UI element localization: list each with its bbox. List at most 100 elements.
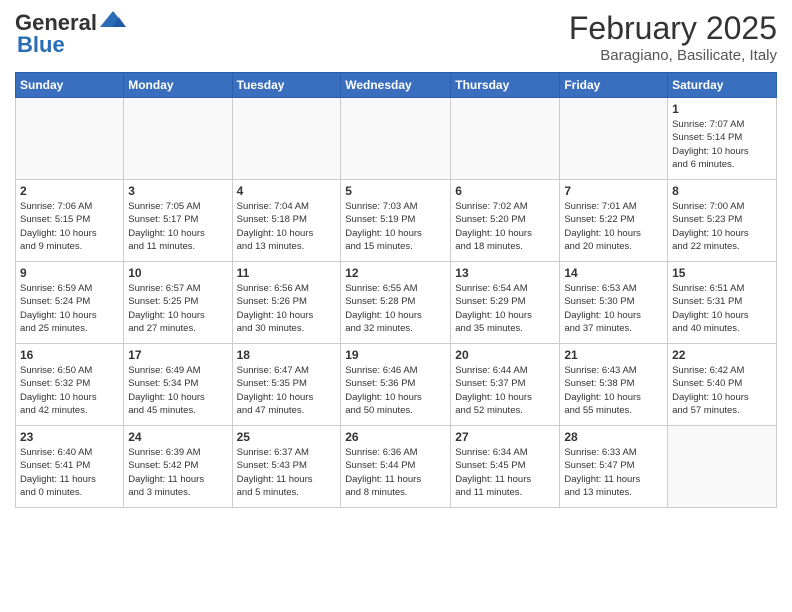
month-title: February 2025 xyxy=(569,10,777,47)
day-info: Sunrise: 6:54 AM Sunset: 5:29 PM Dayligh… xyxy=(455,282,555,335)
day-info: Sunrise: 6:39 AM Sunset: 5:42 PM Dayligh… xyxy=(128,446,227,499)
calendar-cell: 25Sunrise: 6:37 AM Sunset: 5:43 PM Dayli… xyxy=(232,426,341,508)
location: Baragiano, Basilicate, Italy xyxy=(569,47,777,64)
day-info: Sunrise: 7:03 AM Sunset: 5:19 PM Dayligh… xyxy=(345,200,446,253)
day-info: Sunrise: 6:34 AM Sunset: 5:45 PM Dayligh… xyxy=(455,446,555,499)
day-info: Sunrise: 6:53 AM Sunset: 5:30 PM Dayligh… xyxy=(564,282,663,335)
calendar-cell: 1 Sunrise: 7:07 AM Sunset: 5:14 PM Daylig… xyxy=(668,98,777,180)
day-info: Sunrise: 7:00 AM Sunset: 5:23 PM Dayligh… xyxy=(672,200,772,253)
day-number: 7 xyxy=(564,184,663,198)
day-number: 13 xyxy=(455,266,555,280)
calendar-cell: 3 Sunrise: 7:05 AM Sunset: 5:17 PM Daylig… xyxy=(124,180,232,262)
day-number: 20 xyxy=(455,348,555,362)
day-info: Sunrise: 6:44 AM Sunset: 5:37 PM Dayligh… xyxy=(455,364,555,417)
calendar-cell: 26 Sunrise: 6:36 AM Sunset: 5:44 PM Dayli… xyxy=(341,426,451,508)
day-info: Sunrise: 6:33 AM Sunset: 5:47 PM Dayligh… xyxy=(564,446,663,499)
day-number: 3 xyxy=(128,184,227,198)
header-thursday: Thursday xyxy=(451,73,560,98)
day-info: Sunrise: 6:40 AM Sunset: 5:41 PM Dayligh… xyxy=(20,446,119,499)
day-number: 10 xyxy=(128,266,227,280)
calendar-week-row: 1 Sunrise: 7:07 AM Sunset: 5:14 PM Daylig… xyxy=(16,98,777,180)
calendar-cell xyxy=(341,98,451,180)
day-number: 4 xyxy=(237,184,337,198)
day-info: Sunrise: 7:05 AM Sunset: 5:17 PM Dayligh… xyxy=(128,200,227,253)
day-info: Sunrise: 6:56 AM Sunset: 5:26 PM Dayligh… xyxy=(237,282,337,335)
day-info: Sunrise: 6:59 AM Sunset: 5:24 PM Dayligh… xyxy=(20,282,119,335)
calendar-cell: 15 Sunrise: 6:51 AM Sunset: 5:31 PM Dayli… xyxy=(668,262,777,344)
day-info: Sunrise: 6:50 AM Sunset: 5:32 PM Dayligh… xyxy=(20,364,119,417)
title-area: February 2025 Baragiano, Basilicate, Ita… xyxy=(569,10,777,64)
calendar-header-row: Sunday Monday Tuesday Wednesday Thursday… xyxy=(16,73,777,98)
day-number: 18 xyxy=(237,348,337,362)
day-info: Sunrise: 6:51 AM Sunset: 5:31 PM Dayligh… xyxy=(672,282,772,335)
day-number: 16 xyxy=(20,348,119,362)
calendar-cell: 20 Sunrise: 6:44 AM Sunset: 5:37 PM Dayli… xyxy=(451,344,560,426)
header-friday: Friday xyxy=(560,73,668,98)
calendar-cell: 13 Sunrise: 6:54 AM Sunset: 5:29 PM Dayli… xyxy=(451,262,560,344)
logo: General Blue xyxy=(15,10,126,58)
day-number: 17 xyxy=(128,348,227,362)
day-info: Sunrise: 6:43 AM Sunset: 5:38 PM Dayligh… xyxy=(564,364,663,417)
calendar-cell: 10 Sunrise: 6:57 AM Sunset: 5:25 PM Dayli… xyxy=(124,262,232,344)
day-number: 8 xyxy=(672,184,772,198)
calendar-week-row: 9 Sunrise: 6:59 AM Sunset: 5:24 PM Daylig… xyxy=(16,262,777,344)
day-number: 28 xyxy=(564,430,663,444)
day-number: 25 xyxy=(237,430,337,444)
calendar-cell: 16 Sunrise: 6:50 AM Sunset: 5:32 PM Dayli… xyxy=(16,344,124,426)
calendar-week-row: 2 Sunrise: 7:06 AM Sunset: 5:15 PM Daylig… xyxy=(16,180,777,262)
calendar-cell: 28 Sunrise: 6:33 AM Sunset: 5:47 PM Dayli… xyxy=(560,426,668,508)
calendar-cell: 2 Sunrise: 7:06 AM Sunset: 5:15 PM Daylig… xyxy=(16,180,124,262)
day-info: Sunrise: 6:49 AM Sunset: 5:34 PM Dayligh… xyxy=(128,364,227,417)
day-number: 27 xyxy=(455,430,555,444)
page-container: General Blue February 2025 Baragiano, Ba… xyxy=(0,0,792,518)
header: General Blue February 2025 Baragiano, Ba… xyxy=(15,10,777,64)
calendar-cell: 6Sunrise: 7:02 AM Sunset: 5:20 PM Daylig… xyxy=(451,180,560,262)
day-info: Sunrise: 6:36 AM Sunset: 5:44 PM Dayligh… xyxy=(345,446,446,499)
calendar-cell: 19 Sunrise: 6:46 AM Sunset: 5:36 PM Dayli… xyxy=(341,344,451,426)
day-info: Sunrise: 7:07 AM Sunset: 5:14 PM Dayligh… xyxy=(672,118,772,171)
calendar-cell xyxy=(232,98,341,180)
header-saturday: Saturday xyxy=(668,73,777,98)
calendar-cell xyxy=(16,98,124,180)
day-info: Sunrise: 6:47 AM Sunset: 5:35 PM Dayligh… xyxy=(237,364,337,417)
header-monday: Monday xyxy=(124,73,232,98)
header-tuesday: Tuesday xyxy=(232,73,341,98)
day-number: 14 xyxy=(564,266,663,280)
calendar-cell xyxy=(560,98,668,180)
calendar-cell xyxy=(451,98,560,180)
day-number: 24 xyxy=(128,430,227,444)
logo-flag-icon xyxy=(100,9,126,29)
day-info: Sunrise: 6:42 AM Sunset: 5:40 PM Dayligh… xyxy=(672,364,772,417)
calendar-cell: 24 Sunrise: 6:39 AM Sunset: 5:42 PM Dayli… xyxy=(124,426,232,508)
day-number: 22 xyxy=(672,348,772,362)
calendar-cell: 18 Sunrise: 6:47 AM Sunset: 5:35 PM Dayli… xyxy=(232,344,341,426)
calendar-cell: 14 Sunrise: 6:53 AM Sunset: 5:30 PM Dayli… xyxy=(560,262,668,344)
day-info: Sunrise: 6:57 AM Sunset: 5:25 PM Dayligh… xyxy=(128,282,227,335)
calendar-cell: 17 Sunrise: 6:49 AM Sunset: 5:34 PM Dayli… xyxy=(124,344,232,426)
calendar-cell: 12Sunrise: 6:55 AM Sunset: 5:28 PM Dayli… xyxy=(341,262,451,344)
day-number: 21 xyxy=(564,348,663,362)
day-number: 9 xyxy=(20,266,119,280)
calendar-week-row: 23 Sunrise: 6:40 AM Sunset: 5:41 PM Dayli… xyxy=(16,426,777,508)
day-number: 23 xyxy=(20,430,119,444)
day-info: Sunrise: 7:06 AM Sunset: 5:15 PM Dayligh… xyxy=(20,200,119,253)
calendar-cell: 27 Sunrise: 6:34 AM Sunset: 5:45 PM Dayli… xyxy=(451,426,560,508)
calendar-table: Sunday Monday Tuesday Wednesday Thursday… xyxy=(15,72,777,508)
header-sunday: Sunday xyxy=(16,73,124,98)
day-number: 26 xyxy=(345,430,446,444)
day-number: 2 xyxy=(20,184,119,198)
day-number: 6 xyxy=(455,184,555,198)
calendar-cell: 4Sunrise: 7:04 AM Sunset: 5:18 PM Daylig… xyxy=(232,180,341,262)
day-number: 1 xyxy=(672,102,772,116)
day-number: 19 xyxy=(345,348,446,362)
day-info: Sunrise: 6:46 AM Sunset: 5:36 PM Dayligh… xyxy=(345,364,446,417)
day-info: Sunrise: 6:55 AM Sunset: 5:28 PM Dayligh… xyxy=(345,282,446,335)
calendar-cell: 9 Sunrise: 6:59 AM Sunset: 5:24 PM Daylig… xyxy=(16,262,124,344)
logo-blue-text: Blue xyxy=(17,32,65,58)
calendar-cell xyxy=(668,426,777,508)
day-number: 5 xyxy=(345,184,446,198)
calendar-cell: 23 Sunrise: 6:40 AM Sunset: 5:41 PM Dayli… xyxy=(16,426,124,508)
header-wednesday: Wednesday xyxy=(341,73,451,98)
calendar-cell xyxy=(124,98,232,180)
day-number: 15 xyxy=(672,266,772,280)
